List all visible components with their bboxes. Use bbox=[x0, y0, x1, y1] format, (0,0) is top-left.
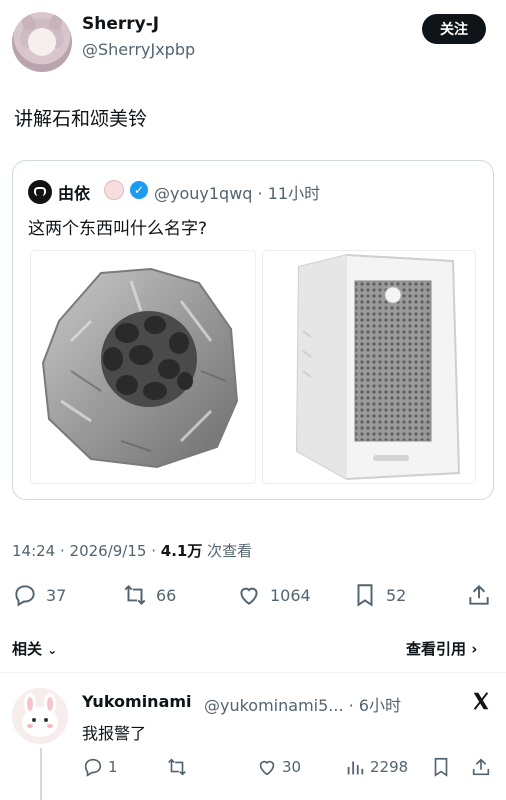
reply-reply-count: 1 bbox=[108, 758, 118, 776]
like-count: 1064 bbox=[270, 585, 311, 605]
retweet-count: 66 bbox=[156, 585, 177, 605]
bookmark-count: 52 bbox=[386, 585, 407, 605]
share-icon bbox=[472, 758, 490, 776]
reply-action[interactable]: 37 bbox=[12, 582, 66, 608]
reply-retweet-action[interactable] bbox=[166, 756, 192, 778]
tweet-text: 讲解石和颂美铃 bbox=[14, 108, 148, 130]
reply-icon bbox=[84, 758, 102, 777]
share-icon bbox=[469, 584, 489, 605]
reply-bookmark-action[interactable] bbox=[430, 756, 452, 778]
like-icon bbox=[259, 760, 275, 776]
reply-views-action[interactable]: 2298 bbox=[344, 756, 408, 778]
retweet-action[interactable]: 66 bbox=[122, 582, 176, 608]
follow-button[interactable]: 关注 bbox=[422, 14, 486, 44]
like-icon bbox=[240, 587, 258, 605]
see-quotes-label: 查看引用 bbox=[406, 640, 467, 658]
like-action[interactable]: 1064 bbox=[236, 582, 311, 608]
wall-speaker-image[interactable] bbox=[262, 250, 476, 484]
views-count: 4.1万 bbox=[160, 542, 203, 560]
see-quotes-link[interactable]: 查看引用 › bbox=[406, 638, 477, 659]
retweet-icon bbox=[168, 758, 186, 776]
reply-author-avatar[interactable] bbox=[12, 688, 68, 744]
author-handle[interactable]: @SherryJxpbp bbox=[82, 40, 195, 59]
quote-author-avatar[interactable] bbox=[28, 180, 52, 204]
related-label: 相关 bbox=[12, 640, 43, 658]
retweet-icon bbox=[124, 584, 146, 606]
quote-author-name[interactable]: 由依 bbox=[58, 180, 90, 204]
author-avatar[interactable] bbox=[12, 12, 72, 72]
author-display-name[interactable]: Sherry-J bbox=[82, 14, 159, 34]
bookmark-icon bbox=[434, 757, 448, 777]
reply-like-action[interactable]: 30 bbox=[256, 756, 301, 778]
bookmark-icon bbox=[357, 584, 373, 607]
reply-count: 37 bbox=[46, 585, 67, 605]
thread-line bbox=[40, 748, 42, 800]
quote-handle-time: @youy1qwq · 11小时 bbox=[154, 184, 321, 203]
views-icon bbox=[347, 761, 364, 775]
reply-icon bbox=[15, 585, 35, 607]
reply-text: 我报警了 bbox=[82, 724, 147, 743]
verified-icon: ✓ bbox=[130, 181, 148, 199]
reply-reply-action[interactable]: 1 bbox=[82, 756, 118, 778]
chevron-right-icon: › bbox=[471, 640, 478, 658]
timestamp-date: 14:24 · 2026/9/15 · bbox=[12, 542, 156, 560]
x-logo-icon bbox=[470, 690, 492, 716]
share-action[interactable] bbox=[466, 582, 492, 608]
divider bbox=[0, 672, 506, 673]
quote-name-emoji bbox=[104, 180, 124, 200]
views-label: 次查看 bbox=[207, 542, 253, 560]
reply-handle-time: @yukominami5... · 6小时 bbox=[204, 696, 401, 715]
reply-views-count: 2298 bbox=[370, 758, 409, 776]
related-dropdown[interactable]: 相关 ⌄ bbox=[12, 638, 57, 659]
tweet-timestamp: 14:24 · 2026/9/15 · 4.1万 次查看 bbox=[12, 540, 252, 561]
bookmark-action[interactable]: 52 bbox=[352, 582, 406, 608]
reply-like-count: 30 bbox=[282, 758, 302, 776]
reply-author-name[interactable]: Yukominami bbox=[82, 692, 192, 711]
rock-speaker-image[interactable] bbox=[30, 250, 256, 484]
quote-text: 这两个东西叫什么名字? bbox=[28, 219, 208, 239]
reply-share-action[interactable] bbox=[470, 756, 492, 778]
chevron-down-icon: ⌄ bbox=[47, 643, 58, 657]
